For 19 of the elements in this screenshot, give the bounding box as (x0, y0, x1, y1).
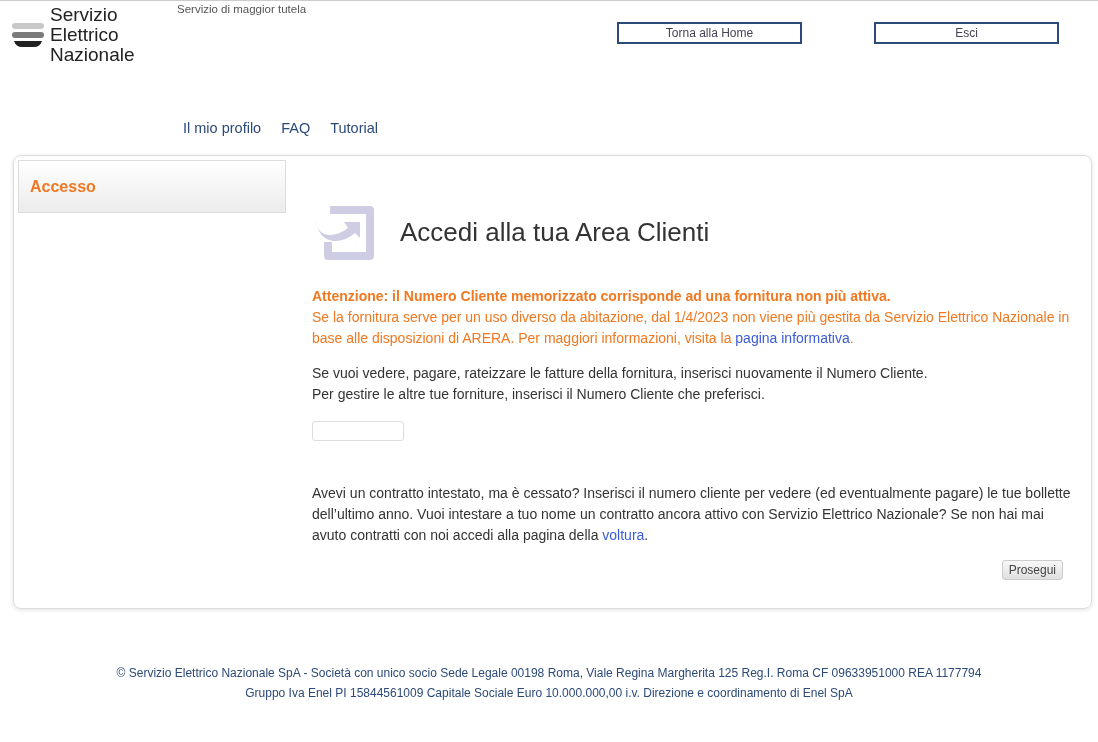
ceased-contract-text: Avevi un contratto intestato, ma è cessato? Inserisci il numero cliente per vedere (ed eventualmente pagare) le tue bollette dell’ultimo anno. Vuoi intestare a tuo nome un contratto ancora attivo con Servizio Elettrico Nazionale? Se non hai mai avuto contratti con noi accedi alla pagina della voltura. (312, 484, 1072, 545)
warning-title: Attenzione: il Numero Cliente memorizzato corrisponde ad una fornitura non più attiva. (312, 287, 892, 306)
nav-link[interactable]: FAQ (281, 120, 311, 136)
warning-text: Se la fornitura serve per un uso diverso da abitazione, dal 1/4/2023 non viene più gestita da Servizio Elettrico Nazionale in base alle disposizioni di ARERA. Per maggiori informazioni, visita la pagina informativa. (312, 308, 1071, 348)
instruction-text: Se vuoi vedere, pagare, rateizzare le fatture della fornitura, inserisci nuovamente il Numero Cliente. (312, 364, 929, 383)
header-button[interactable]: Esci (874, 22, 1059, 44)
footer-text: Gruppo Iva Enel PI 15844561009 Capitale Sociale Euro 10.000.000,00 i.v. Direzione e coordinamento di Enel SpA (244, 685, 854, 702)
info-page-link[interactable]: pagina informativa (735, 330, 850, 346)
continue-button[interactable]: Prosegui (1001, 560, 1063, 580)
tagline: Servizio di maggior tutela (177, 3, 308, 15)
footer-text: © Servizio Elettrico Nazionale SpA - Società con unico socio Sede Legale 00198 Roma, Viale Regina Margherita 125 Reg.I. Roma CF 09633951000 REA 1177794 (115, 665, 983, 682)
customer-number-field[interactable] (312, 421, 404, 441)
header-button[interactable]: Torna alla Home (617, 22, 802, 44)
instruction-text: Per gestire le altre tue forniture, inserisci il Numero Cliente che preferisci. (312, 385, 766, 404)
nav-link[interactable]: Tutorial (330, 120, 378, 136)
page-title: Accedi alla tua Area Clienti (400, 221, 710, 243)
logo-icon (12, 23, 44, 47)
logo-text: Servizio Elettrico Nazionale (50, 5, 135, 65)
nav-link[interactable]: Il mio profilo (183, 120, 262, 136)
